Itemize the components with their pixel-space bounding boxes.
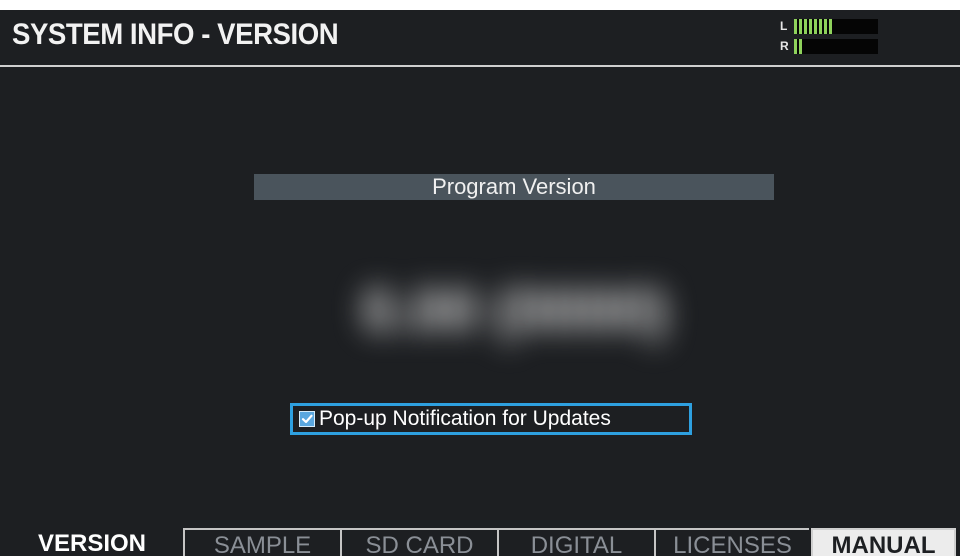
level-meter: L R: [780, 16, 880, 56]
popup-notification-checkbox[interactable]: Pop-up Notification for Updates: [290, 403, 692, 435]
header-bar: SYSTEM INFO - VERSION L R: [0, 10, 960, 67]
meter-right-label: R: [780, 39, 789, 53]
meter-right-track: [794, 39, 878, 54]
tab-digital[interactable]: DIGITAL: [497, 528, 654, 556]
meter-left-track: [794, 19, 878, 34]
meter-left-bar: [794, 19, 832, 34]
program-version-label: Program Version: [254, 174, 774, 200]
checkbox-checked-icon[interactable]: [299, 411, 315, 427]
popup-notification-label: Pop-up Notification for Updates: [319, 407, 611, 430]
page-title: SYSTEM INFO - VERSION: [12, 18, 339, 51]
checkmark-icon: [301, 414, 313, 424]
tab-sd-card[interactable]: SD CARD: [340, 528, 497, 556]
meter-left-label: L: [780, 19, 788, 33]
tab-licenses[interactable]: LICENSES: [654, 528, 809, 556]
tab-version[interactable]: VERSION: [6, 528, 178, 556]
tab-manual[interactable]: MANUAL: [811, 528, 956, 556]
system-info-screen: SYSTEM INFO - VERSION L R Program Versio…: [0, 10, 960, 556]
meter-right-bar: [794, 39, 802, 54]
tab-sample[interactable]: SAMPLE: [183, 528, 340, 556]
meter-right-channel: R: [780, 38, 880, 55]
tab-bar: VERSION SAMPLE SD CARD DIGITAL LICENSES …: [0, 528, 960, 556]
meter-left-channel: L: [780, 18, 880, 35]
program-version-value: 0.00 (0000): [361, 276, 669, 344]
